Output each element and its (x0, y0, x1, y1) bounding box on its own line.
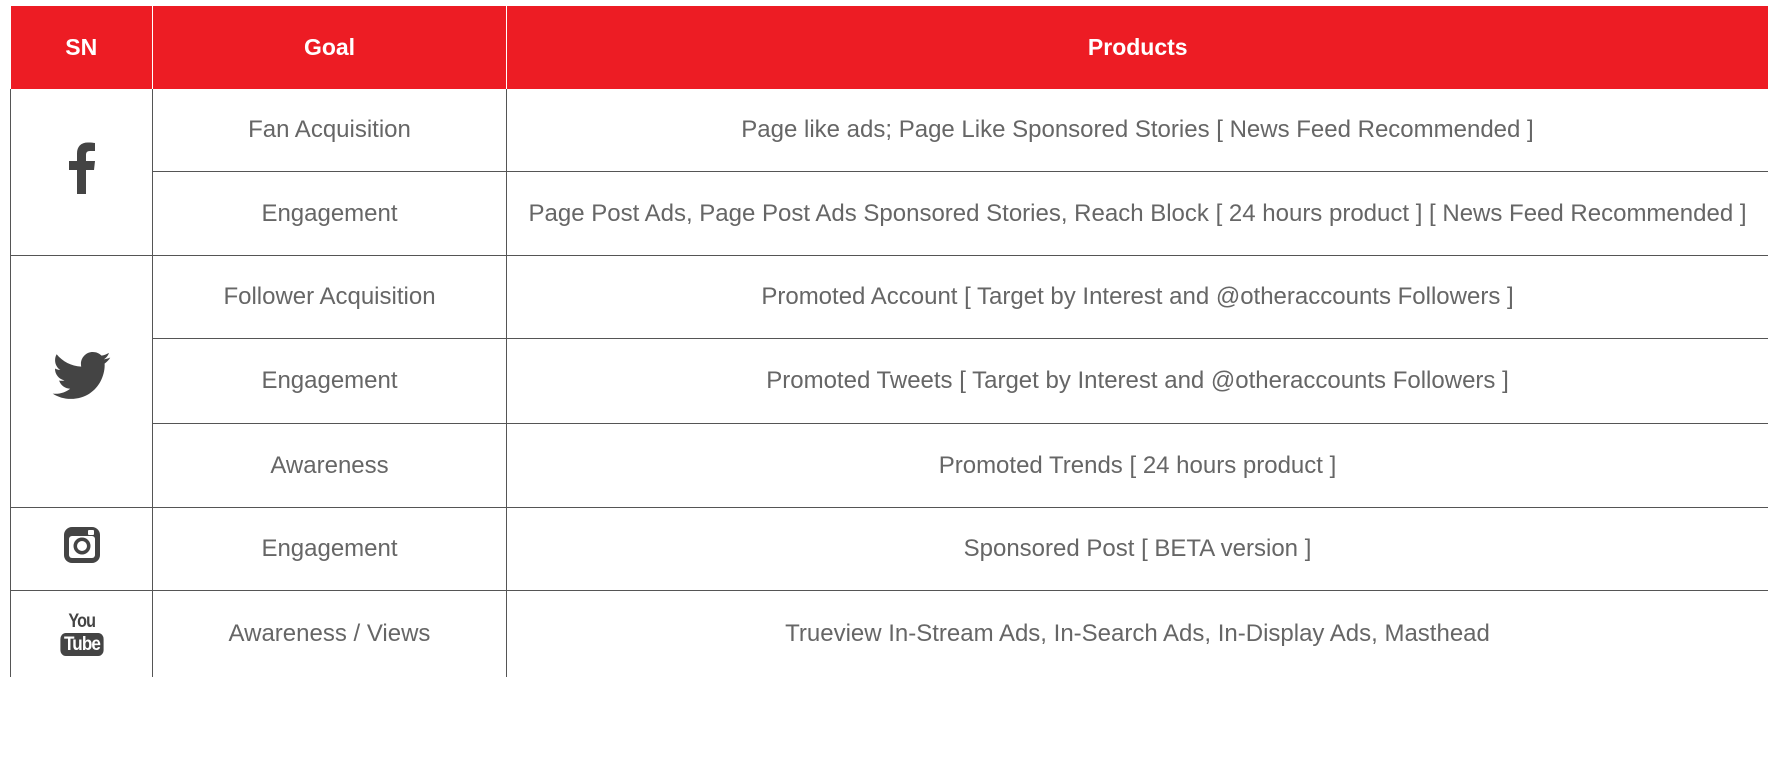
products-cell: Promoted Tweets [ Target by Interest and… (506, 338, 1768, 424)
table-header: SN Goal Products (10, 6, 1768, 89)
youtube-icon: You Tube (58, 612, 106, 656)
goal-cell: Awareness / Views (152, 590, 507, 677)
goal-cell: Engagement (152, 171, 507, 256)
products-cell: Page like ads; Page Like Sponsored Stori… (506, 89, 1768, 172)
products-cell: Promoted Account [ Target by Interest an… (506, 255, 1768, 339)
sn-cell-youtube: You Tube (10, 590, 153, 677)
social-ad-products-table: SN Goal Products Fan Acquisition Page li… (10, 6, 1768, 677)
facebook-icon (68, 142, 96, 202)
products-cell: Trueview In-Stream Ads, In-Search Ads, I… (506, 590, 1768, 677)
goal-cell: Follower Acquisition (152, 255, 507, 339)
table-row: Awareness Promoted Trends [ 24 hours pro… (11, 423, 1768, 508)
sn-cell-instagram (10, 507, 153, 591)
sn-cell-twitter (10, 255, 153, 508)
header-goal: Goal (152, 6, 507, 89)
twitter-icon (52, 352, 112, 410)
youtube-logo-tube: Tube (59, 632, 104, 656)
header-sn: SN (10, 6, 153, 89)
table-row: Engagement Sponsored Post [ BETA version… (10, 507, 1768, 591)
goal-cell: Engagement (152, 507, 507, 591)
table-row: Follower Acquisition Promoted Account [ … (10, 255, 1768, 508)
youtube-logo-you: You (68, 610, 96, 632)
table-row: You Tube Awareness / Views Trueview In-S… (10, 590, 1768, 677)
products-cell: Promoted Trends [ 24 hours product ] (506, 423, 1768, 508)
header-products: Products (506, 6, 1768, 89)
instagram-icon (62, 525, 102, 573)
sn-cell-facebook (10, 89, 153, 256)
table-row: Fan Acquisition Page like ads; Page Like… (10, 89, 1768, 256)
goal-cell: Fan Acquisition (152, 89, 507, 172)
table-row: Engagement Promoted Tweets [ Target by I… (11, 338, 1768, 424)
products-cell: Sponsored Post [ BETA version ] (506, 507, 1768, 591)
table-body: Fan Acquisition Page like ads; Page Like… (10, 89, 1768, 677)
products-table-container: SN Goal Products Fan Acquisition Page li… (10, 6, 1768, 765)
goal-cell: Engagement (152, 338, 507, 424)
products-cell: Page Post Ads, Page Post Ads Sponsored S… (506, 171, 1768, 256)
goal-cell: Awareness (152, 423, 507, 508)
table-row: Engagement Page Post Ads, Page Post Ads … (11, 171, 1768, 256)
